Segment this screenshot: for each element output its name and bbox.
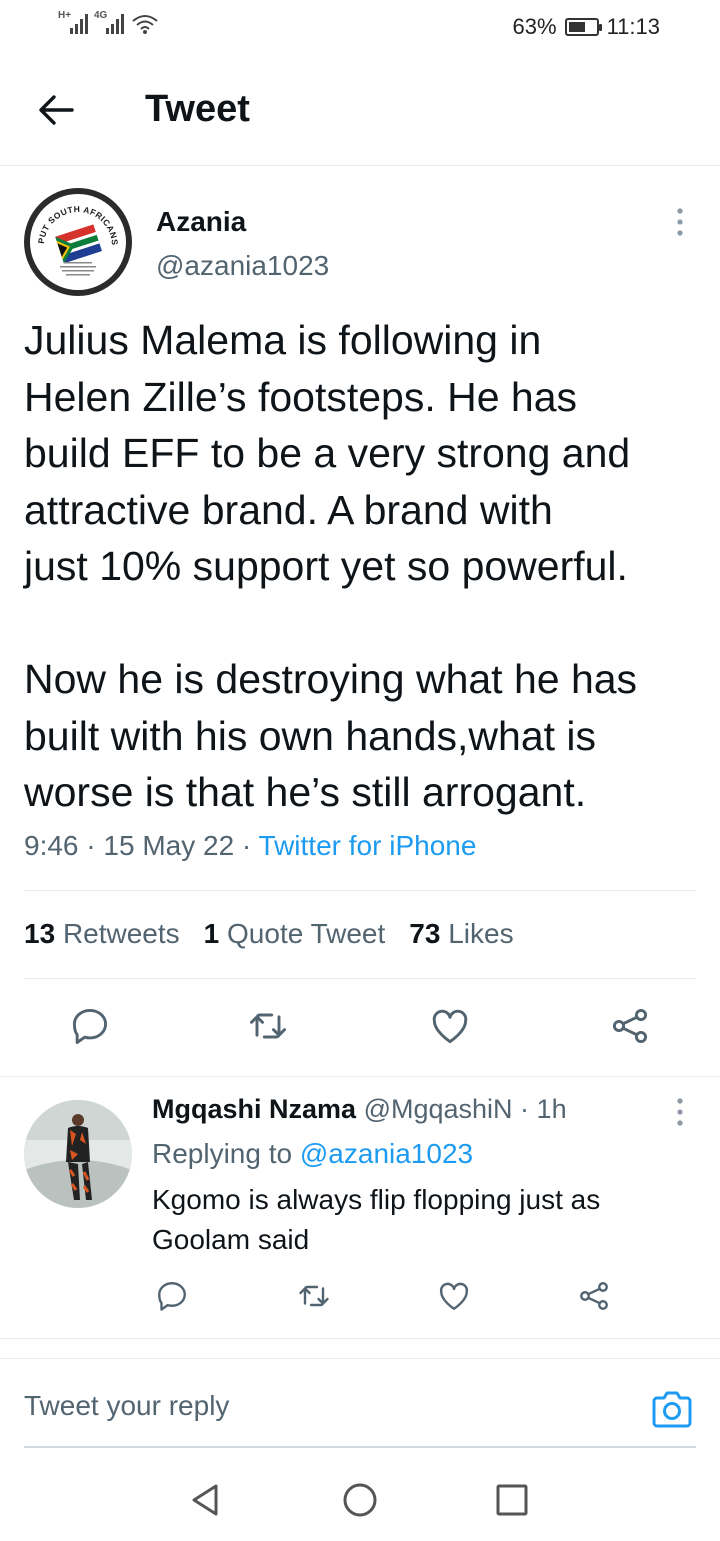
quotes-stat[interactable]: 1 Quote Tweet bbox=[204, 918, 386, 950]
arrow-left-icon bbox=[39, 95, 74, 125]
reply-author-handle[interactable]: @MgqashiN bbox=[364, 1094, 513, 1124]
page-title: Tweet bbox=[145, 88, 250, 130]
square-recents-icon bbox=[496, 1484, 528, 1516]
reply-retweet-button[interactable] bbox=[296, 1278, 332, 1314]
camera-icon bbox=[652, 1391, 692, 1428]
like-button[interactable] bbox=[428, 1004, 472, 1048]
divider bbox=[24, 890, 696, 891]
network-type-label: 4G bbox=[94, 10, 108, 21]
wifi-icon bbox=[132, 15, 158, 34]
replying-prefix: Replying to bbox=[152, 1138, 293, 1169]
tweet-source-link[interactable]: Twitter for iPhone bbox=[259, 830, 477, 861]
compose-underline bbox=[24, 1446, 696, 1448]
status-right: 63% 11:13 bbox=[513, 14, 660, 40]
divider bbox=[0, 1338, 720, 1339]
reply-compose-input[interactable] bbox=[24, 1390, 624, 1422]
retweet-icon bbox=[250, 1013, 286, 1039]
network-type-label: H+ bbox=[58, 10, 72, 21]
camera-button[interactable] bbox=[648, 1386, 696, 1434]
signal-strength-icon: H+ bbox=[58, 10, 88, 34]
share-icon bbox=[580, 1282, 608, 1310]
reply-author-name[interactable]: Mgqashi Nzama bbox=[152, 1094, 356, 1124]
reply-icon bbox=[72, 1008, 108, 1044]
retweets-label: Retweets bbox=[62, 918, 180, 949]
reply-reply-button[interactable] bbox=[154, 1278, 190, 1314]
tweet-text: Julius Malema is following in Helen Zill… bbox=[24, 317, 638, 815]
avatar-logo: PUT SOUTH AFRICANS FIRST bbox=[30, 194, 126, 290]
top-bar: Tweet bbox=[0, 56, 720, 166]
clock: 11:13 bbox=[606, 14, 660, 39]
signal-indicators: H+ 4G bbox=[58, 10, 160, 34]
reply-actions bbox=[0, 1278, 720, 1318]
divider bbox=[24, 978, 696, 979]
nav-home-button[interactable] bbox=[338, 1478, 382, 1522]
reply-avatar[interactable] bbox=[24, 1100, 132, 1208]
reply-share-button[interactable] bbox=[576, 1278, 612, 1314]
back-button[interactable] bbox=[34, 88, 78, 132]
reply-icon bbox=[158, 1282, 186, 1311]
likes-label: Likes bbox=[448, 918, 514, 949]
retweets-stat[interactable]: 13 Retweets bbox=[24, 918, 180, 950]
divider bbox=[0, 1076, 720, 1077]
replying-to: Replying to @azania1023 bbox=[152, 1138, 473, 1170]
retweets-count: 13 bbox=[24, 918, 56, 949]
quotes-count: 1 bbox=[203, 918, 220, 949]
tweet-time: 9:46 bbox=[24, 830, 79, 861]
battery-icon bbox=[564, 18, 602, 36]
retweet-icon bbox=[299, 1285, 329, 1307]
system-nav-bar bbox=[0, 1460, 720, 1541]
tweet-date: 15 May 22 bbox=[103, 830, 235, 861]
circle-home-icon bbox=[343, 1483, 377, 1517]
author-handle[interactable]: @azania1023 bbox=[156, 250, 329, 282]
reply-more-options-button[interactable] bbox=[668, 1096, 692, 1128]
tweet-actions bbox=[0, 1004, 720, 1052]
tweet-meta: 9:46 · 15 May 22 · Twitter for iPhone bbox=[24, 830, 477, 861]
likes-stat[interactable]: 73 Likes bbox=[409, 918, 513, 950]
heart-icon bbox=[439, 1282, 469, 1310]
status-bar: H+ 4G 63% 11:13 bbox=[0, 0, 720, 56]
share-button[interactable] bbox=[608, 1004, 652, 1048]
replying-handle-link[interactable]: @azania1023 bbox=[300, 1138, 473, 1169]
triangle-back-icon bbox=[192, 1484, 218, 1516]
nav-recents-button[interactable] bbox=[490, 1478, 534, 1522]
author-name[interactable]: Azania bbox=[156, 206, 246, 238]
retweet-button[interactable] bbox=[246, 1004, 290, 1048]
heart-icon bbox=[432, 1009, 468, 1044]
more-options-button[interactable] bbox=[668, 206, 692, 238]
reply-header: Mgqashi Nzama @MgqashiN · 1h bbox=[152, 1094, 567, 1124]
quotes-label: Quote Tweet bbox=[227, 918, 386, 949]
tweet-stats: 13 Retweets 1 Quote Tweet 73 Likes bbox=[24, 918, 514, 950]
divider bbox=[0, 1358, 720, 1359]
more-vertical-icon bbox=[677, 208, 683, 236]
signal-strength-icon: 4G bbox=[94, 10, 124, 34]
more-vertical-icon bbox=[677, 1098, 683, 1126]
share-icon bbox=[612, 1008, 648, 1044]
flag-logo-icon: PUT SOUTH AFRICANS FIRST bbox=[30, 194, 124, 288]
avatar[interactable]: PUT SOUTH AFRICANS FIRST bbox=[24, 188, 132, 296]
reply-button[interactable] bbox=[68, 1004, 112, 1048]
battery-percent: 63% bbox=[512, 14, 557, 39]
reply-like-button[interactable] bbox=[436, 1278, 472, 1314]
nav-back-button[interactable] bbox=[184, 1478, 228, 1522]
reply-text: Kgomo is always flip flopping just as Go… bbox=[152, 1184, 601, 1255]
person-photo-icon bbox=[24, 1100, 132, 1208]
reply-age: 1h bbox=[536, 1094, 567, 1124]
likes-count: 73 bbox=[409, 918, 441, 949]
